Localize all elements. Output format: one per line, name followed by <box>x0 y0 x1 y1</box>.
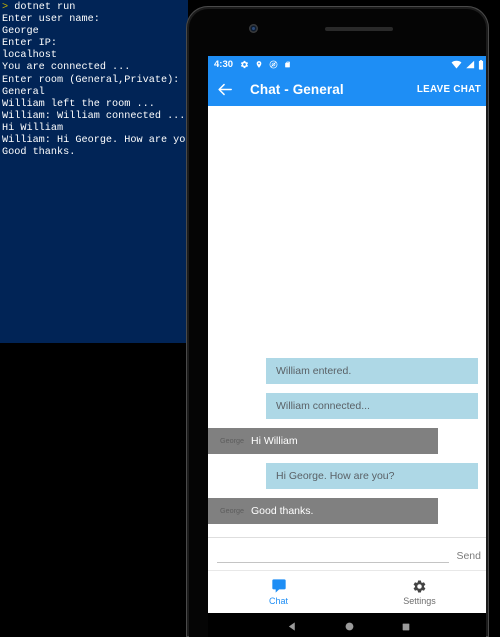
message-row: George Good thanks. <box>208 498 486 524</box>
home-circle-icon[interactable] <box>344 621 355 632</box>
message-input-area: Send <box>208 537 486 570</box>
terminal-line: localhost <box>2 50 58 62</box>
chat-bubble-icon <box>271 579 286 593</box>
terminal-line: George <box>2 26 39 38</box>
terminal-line: William left the room ... <box>2 98 155 110</box>
message-text: Hi George. How are you? <box>276 470 395 482</box>
terminal-line: General <box>2 86 45 98</box>
cell-signal-icon <box>466 60 475 69</box>
terminal-line: You are connected ... <box>2 62 131 74</box>
message-row: William connected... <box>208 393 486 419</box>
message-list[interactable]: William entered. William connected... Ge… <box>208 106 486 537</box>
prompt-chevron-icon: > <box>2 2 9 13</box>
terminal-line: Good thanks. <box>2 147 76 159</box>
back-triangle-icon[interactable] <box>287 621 298 632</box>
status-right-icons <box>451 59 484 70</box>
terminal-line: Enter IP: <box>2 38 58 50</box>
terminal-line: William: Hi George. How are you? <box>2 135 188 147</box>
android-system-nav <box>208 613 486 637</box>
message-row: Hi George. How are you? <box>208 463 486 489</box>
app-bar: Chat - General LEAVE CHAT <box>208 73 486 106</box>
location-pin-icon <box>256 61 262 68</box>
screenshot-root: > dotnet run Enter user name: George Ent… <box>0 0 500 637</box>
page-title: Chat - General <box>250 82 344 97</box>
phone-device-frame: 4:30 Chat - General LEAVE CHAT William e… <box>186 6 489 637</box>
message-sender: George <box>220 506 244 515</box>
message-bubble: William connected... <box>266 393 478 419</box>
nav-tab-settings[interactable]: Settings <box>349 571 486 613</box>
message-bubble: George Good thanks. <box>208 498 438 524</box>
message-sender: George <box>220 436 244 445</box>
terminal-prompt-line: > dotnet run <box>2 2 188 14</box>
leave-chat-button[interactable]: LEAVE CHAT <box>417 84 481 95</box>
wifi-icon <box>451 60 462 69</box>
do-not-disturb-icon <box>269 60 278 69</box>
status-left-icons <box>240 60 291 69</box>
status-clock: 4:30 <box>214 59 234 70</box>
front-camera-icon <box>249 24 258 33</box>
phone-bezel: 4:30 Chat - General LEAVE CHAT William e… <box>189 9 486 637</box>
recents-square-icon[interactable] <box>401 622 411 632</box>
bottom-navigation: Chat Settings <box>208 570 486 613</box>
message-row: William entered. <box>208 358 486 384</box>
terminal-line: William: William connected ... <box>2 110 186 122</box>
message-text: William connected... <box>276 400 370 412</box>
terminal-line: Hi William <box>2 122 64 134</box>
gear-icon <box>240 60 249 69</box>
input-row: Send <box>217 544 481 563</box>
android-status-bar: 4:30 <box>208 56 486 73</box>
message-input[interactable] <box>217 544 450 563</box>
message-bubble: George Hi William <box>208 428 438 454</box>
gear-icon <box>413 579 426 593</box>
nav-tab-chat-label: Chat <box>268 596 288 606</box>
phone-screen: 4:30 Chat - General LEAVE CHAT William e… <box>208 56 486 613</box>
send-button[interactable]: Send <box>456 550 481 563</box>
terminal-line: Enter room (General,Private): <box>2 74 180 86</box>
message-text: Good thanks. <box>250 505 314 517</box>
terminal-window[interactable]: > dotnet run Enter user name: George Ent… <box>0 0 188 343</box>
battery-icon <box>478 59 484 70</box>
message-text: William entered. <box>276 365 352 377</box>
earpiece-speaker <box>325 27 393 31</box>
message-bubble: Hi George. How are you? <box>266 463 478 489</box>
message-row: George Hi William <box>208 428 486 454</box>
nav-tab-settings-label: Settings <box>403 595 436 606</box>
terminal-command: dotnet run <box>14 2 76 13</box>
nav-tab-chat[interactable]: Chat <box>208 571 349 613</box>
sd-card-icon <box>285 61 290 68</box>
message-text: Hi William <box>250 435 298 447</box>
terminal-line: Enter user name: <box>2 14 100 26</box>
message-bubble: William entered. <box>266 358 478 384</box>
back-arrow-icon[interactable] <box>217 81 234 98</box>
